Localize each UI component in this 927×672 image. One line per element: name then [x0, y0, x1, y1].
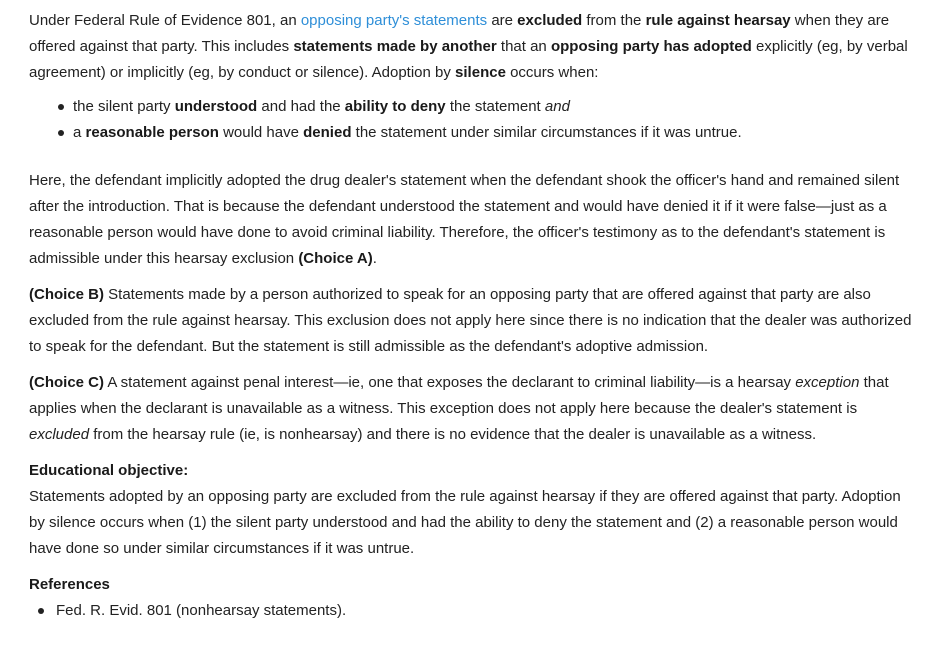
- opposing-party-statements-link[interactable]: opposing party's statements: [301, 12, 487, 29]
- references-heading: References: [29, 576, 110, 593]
- choice-c-paragraph: (Choice C) A statement against penal int…: [29, 374, 889, 443]
- choice-c-label: (Choice C): [29, 374, 104, 391]
- reference-item: Fed. R. Evid. 801 (nonhearsay statements…: [38, 598, 914, 624]
- choice-b-paragraph: (Choice B) Statements made by a person a…: [29, 286, 912, 355]
- analysis-paragraph: Here, the defendant implicitly adopted t…: [29, 172, 900, 267]
- list-item: a reasonable person would have denied th…: [58, 120, 914, 146]
- intro-paragraph: Under Federal Rule of Evidence 801, an o…: [29, 12, 908, 81]
- educational-objective-heading: Educational objective:: [29, 462, 189, 479]
- choice-b-label: (Choice B): [29, 286, 104, 303]
- references-list: Fed. R. Evid. 801 (nonhearsay statements…: [29, 598, 914, 624]
- adoption-conditions-list: the silent party understood and had the …: [29, 94, 914, 146]
- list-item: the silent party understood and had the …: [58, 94, 914, 120]
- educational-objective-text: Statements adopted by an opposing party …: [29, 488, 901, 557]
- explanation-content: Under Federal Rule of Evidence 801, an o…: [29, 8, 914, 624]
